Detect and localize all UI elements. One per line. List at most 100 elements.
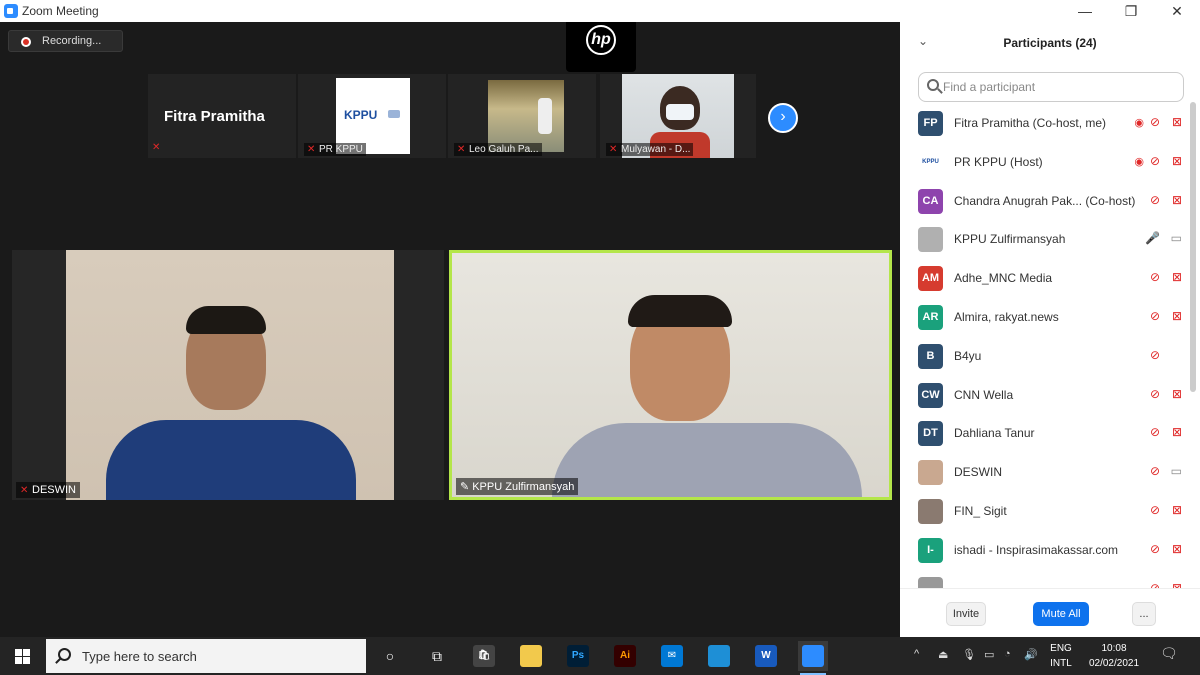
windows-logo-icon bbox=[15, 649, 22, 656]
video-tile-active-speaker[interactable]: ✎ KPPU Zulfirmansyah bbox=[449, 250, 892, 500]
video-off-icon[interactable]: ⊠ bbox=[1172, 309, 1182, 323]
video-camera-icon[interactable]: ▭ bbox=[1171, 464, 1182, 478]
zoom-taskbar-icon[interactable] bbox=[798, 641, 828, 675]
participant-name: Dahliana Tanur bbox=[954, 426, 1035, 441]
video-camera-icon[interactable]: ▭ bbox=[1171, 231, 1182, 245]
participant-name: DESWIN bbox=[954, 465, 1002, 480]
edge-taskbar-icon[interactable] bbox=[704, 641, 734, 671]
microphone-icon[interactable]: 🎤 bbox=[1145, 231, 1160, 245]
microphone-icon[interactable]: 🎙 bbox=[962, 648, 976, 661]
mic-muted-icon: ✕ bbox=[152, 142, 161, 153]
tray-overflow-icon[interactable]: ^ bbox=[914, 648, 919, 660]
mic-muted-icon[interactable]: ⊘ bbox=[1150, 115, 1160, 129]
zoom-icon bbox=[802, 645, 824, 667]
mic-muted-icon[interactable]: ⊘ bbox=[1150, 309, 1160, 323]
participant-list[interactable]: FP Fitra Pramitha (Co-host, me) ◉ ⊘ ⊠ KPPU PR … bbox=[910, 104, 1188, 588]
battery-icon[interactable]: ▭ bbox=[984, 648, 994, 661]
thumbnail-pr-kppu[interactable]: KPPU ✕ PR KPPU bbox=[298, 74, 446, 158]
hp-logo-text: hp bbox=[586, 25, 616, 55]
participant-row[interactable]: AR Almira, rakyat.news ⊘ ⊠ bbox=[910, 298, 1188, 337]
scrollbar[interactable] bbox=[1190, 102, 1196, 392]
video-off-icon[interactable]: ⊠ bbox=[1172, 154, 1182, 168]
wifi-icon[interactable]: ◔ bbox=[1004, 648, 1011, 660]
video-off-icon[interactable]: ⊠ bbox=[1172, 115, 1182, 129]
thumbnail-leo[interactable]: ✕ Leo Galuh Pa... bbox=[448, 74, 596, 158]
mic-muted-icon[interactable]: ⊘ bbox=[1150, 503, 1160, 517]
participant-row[interactable]: ⊘ ⊠ bbox=[910, 570, 1188, 588]
participant-row[interactable]: KPPU PR KPPU (Host) ◉ ⊘ ⊠ bbox=[910, 143, 1188, 182]
participant-name: PR KPPU (Host) bbox=[954, 154, 1043, 169]
taskbar-search-box[interactable]: Type here to search bbox=[46, 639, 366, 673]
minimize-button[interactable]: — bbox=[1062, 0, 1108, 22]
participant-name: Almira, rakyat.news bbox=[954, 310, 1059, 324]
thumbnail-label: ✕ Leo Galuh Pa... bbox=[454, 143, 542, 156]
video-tile-deswin[interactable]: ✕ DESWIN bbox=[12, 250, 444, 500]
participant-row[interactable]: AM Adhe_MNC Media ⊘ ⊠ bbox=[910, 259, 1188, 298]
mic-muted-icon[interactable]: ⊘ bbox=[1150, 464, 1160, 478]
participant-row[interactable]: DT Dahliana Tanur ⊘ ⊠ bbox=[910, 414, 1188, 453]
avatar bbox=[918, 576, 943, 588]
more-options-button[interactable]: ... bbox=[1132, 602, 1156, 626]
video-off-icon[interactable]: ⊠ bbox=[1172, 542, 1182, 556]
window-title: Zoom Meeting bbox=[22, 4, 99, 18]
thumbnail-mulyawan[interactable]: ✕ Mulyawan - D... bbox=[600, 74, 756, 158]
person-body bbox=[106, 420, 356, 500]
participant-search[interactable] bbox=[918, 72, 1184, 102]
video-feed bbox=[66, 250, 394, 500]
next-page-button[interactable]: › bbox=[768, 103, 798, 133]
mic-muted-icon[interactable]: ⊘ bbox=[1150, 270, 1160, 284]
language-indicator[interactable]: ENG INTL bbox=[1044, 641, 1078, 671]
mic-muted-icon[interactable]: ⊘ bbox=[1150, 581, 1160, 588]
video-off-icon[interactable]: ⊠ bbox=[1172, 387, 1182, 401]
start-button[interactable] bbox=[0, 637, 44, 675]
video-off-icon[interactable]: ⊠ bbox=[1172, 193, 1182, 207]
close-button[interactable]: ✕ bbox=[1154, 0, 1200, 22]
windows-logo-icon bbox=[15, 657, 22, 664]
mute-all-button[interactable]: Mute All bbox=[1033, 602, 1089, 626]
person-hair bbox=[186, 306, 266, 334]
video-off-icon[interactable]: ⊠ bbox=[1172, 270, 1182, 284]
recording-indicator[interactable]: Recording... bbox=[8, 30, 123, 52]
mic-muted-icon[interactable]: ⊘ bbox=[1150, 154, 1160, 168]
participant-row[interactable]: DESWIN ⊘ ▭ bbox=[910, 453, 1188, 492]
avatar: AM bbox=[918, 266, 943, 292]
recording-icon: ◉ bbox=[1134, 155, 1144, 168]
participant-row[interactable]: FP Fitra Pramitha (Co-host, me) ◉ ⊘ ⊠ bbox=[910, 104, 1188, 143]
mail-taskbar-icon[interactable]: ✉ bbox=[657, 641, 687, 671]
mail-icon: ✉ bbox=[661, 645, 683, 667]
mic-muted-icon[interactable]: ⊘ bbox=[1150, 542, 1160, 556]
participant-row[interactable]: CA Chandra Anugrah Pak... (Co-host) ⊘ ⊠ bbox=[910, 182, 1188, 221]
notifications-icon[interactable]: 🗨 bbox=[1160, 645, 1178, 662]
volume-icon[interactable]: 🔊 bbox=[1024, 648, 1038, 661]
video-off-icon[interactable]: ⊠ bbox=[1172, 425, 1182, 439]
maximize-button[interactable]: ❐ bbox=[1108, 0, 1154, 22]
mic-muted-icon[interactable]: ⊘ bbox=[1150, 348, 1160, 362]
invite-button[interactable]: Invite bbox=[946, 602, 986, 626]
usb-icon[interactable]: ⏏ bbox=[938, 648, 948, 661]
mic-muted-icon[interactable]: ⊘ bbox=[1150, 425, 1160, 439]
mic-muted-icon[interactable]: ⊘ bbox=[1150, 387, 1160, 401]
participant-row[interactable]: KPPU Zulfirmansyah 🎤 ▭ bbox=[910, 220, 1188, 259]
system-clock[interactable]: 10:08 02/02/2021 bbox=[1084, 641, 1144, 671]
participant-row[interactable]: I-ishadi - Inspirasimakassar.com ⊘ ⊠ bbox=[910, 531, 1188, 570]
participant-row[interactable]: B B4yu ⊘ bbox=[910, 337, 1188, 376]
word-taskbar-icon[interactable]: W bbox=[751, 641, 781, 671]
participant-search-input[interactable] bbox=[943, 78, 1173, 96]
illustrator-taskbar-icon[interactable]: Ai bbox=[610, 641, 640, 671]
thumbnail-fitra[interactable]: Fitra Pramitha ✕ bbox=[148, 74, 296, 158]
task-view-taskbar-icon[interactable]: ⧉ bbox=[422, 641, 452, 671]
participant-row[interactable]: CW CNN Wella ⊘ ⊠ bbox=[910, 376, 1188, 415]
cortana-taskbar-icon[interactable]: ○ bbox=[375, 641, 405, 671]
video-off-icon[interactable]: ⊠ bbox=[1172, 581, 1182, 588]
recording-icon: ◉ bbox=[1134, 117, 1144, 129]
thumbnail-label: ✕ Mulyawan - D... bbox=[606, 143, 694, 156]
file-explorer-taskbar-icon[interactable] bbox=[516, 641, 546, 671]
store-taskbar-icon[interactable]: 🛍 bbox=[469, 641, 499, 671]
participant-row[interactable]: FIN_ Sigit ⊘ ⊠ bbox=[910, 492, 1188, 531]
mic-muted-icon[interactable]: ⊘ bbox=[1150, 193, 1160, 207]
record-icon bbox=[21, 37, 31, 47]
video-off-icon[interactable]: ⊠ bbox=[1172, 503, 1182, 517]
video-tile-label: ✎ KPPU Zulfirmansyah bbox=[456, 478, 579, 495]
photoshop-taskbar-icon[interactable]: Ps bbox=[563, 641, 593, 671]
recording-label: Recording... bbox=[42, 35, 102, 47]
